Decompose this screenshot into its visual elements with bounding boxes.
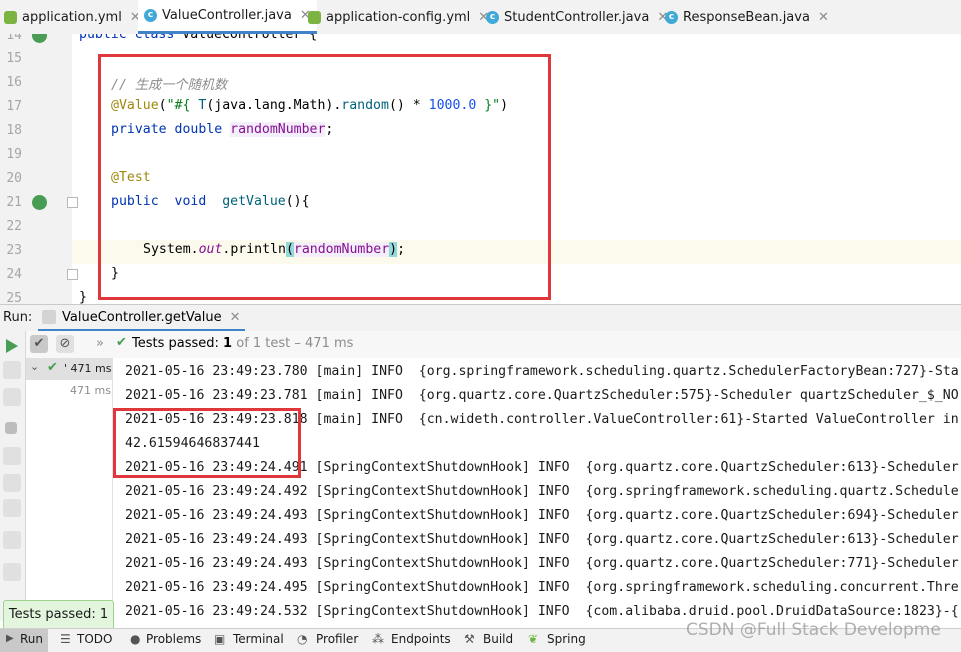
console-line: 2021-05-16 23:49:23.781 [main] INFO {org… (125, 388, 959, 403)
tests-passed-toast[interactable]: Tests passed: 1 (3, 600, 114, 630)
line-number: 23 (6, 243, 22, 258)
settings-icon[interactable] (3, 474, 21, 492)
line-number: 24 (6, 267, 22, 282)
editor-tab-bar: application.yml ✕ c ValueController.java… (0, 0, 961, 35)
expand-icon[interactable]: » (96, 336, 104, 351)
stop-icon[interactable] (5, 422, 17, 434)
tab-label: ResponseBean.java (683, 9, 810, 25)
line-number: 14 (6, 34, 22, 43)
console-line: 2021-05-16 23:49:24.492 [SpringContextSh… (125, 484, 959, 499)
pin-icon[interactable] (3, 563, 21, 581)
exit-icon[interactable] (3, 499, 21, 517)
tab-label: application.yml (22, 9, 122, 25)
highlight-box (98, 54, 551, 300)
show-passed-icon[interactable]: ✔ (30, 335, 48, 353)
tool-run[interactable]: ▶ Run (0, 629, 48, 652)
tab-label: application-config.yml (326, 9, 471, 25)
endpoints-icon: ⁂ (372, 632, 384, 646)
run-label: Run: (3, 310, 33, 325)
console-output[interactable]: 2021-05-16 23:49:23.780 [main] INFO {org… (113, 358, 961, 621)
toggle-auto-test-icon[interactable] (3, 388, 21, 406)
line-number: 22 (6, 219, 22, 234)
yml-file-icon (4, 10, 17, 24)
run-config-tab[interactable]: ValueController.getValue ✕ (38, 305, 245, 332)
line-number: 21 (6, 195, 22, 210)
show-ignored-icon[interactable]: ⊘ (56, 335, 74, 353)
console-line: 2021-05-16 23:49:24.532 [SpringContextSh… (125, 604, 959, 619)
line-number: 17 (6, 99, 22, 114)
test-results-toolbar: ✔ ⊘ » ✔ Tests passed: 1 of 1 test – 471 … (26, 331, 961, 359)
close-icon[interactable]: ✕ (230, 310, 241, 325)
layout-icon[interactable] (3, 531, 21, 549)
tab-label: StudentController.java (504, 9, 650, 25)
tab-application-yml[interactable]: application.yml ✕ (4, 0, 141, 34)
close-icon[interactable]: ✕ (818, 10, 829, 25)
code-editor[interactable]: 14 15 16 17 18 19 20 21 22 23 24 25 publ… (0, 34, 961, 304)
problems-icon: ● (130, 632, 141, 646)
test-tree: ⌄ ✔ ' 471 ms 471 ms (26, 358, 113, 621)
console-line: 2021-05-16 23:49:24.493 [SpringContextSh… (125, 556, 959, 571)
list-icon: ☰ (60, 632, 71, 646)
chevron-down-icon[interactable]: ⌄ (30, 360, 39, 373)
line-number: 15 (6, 51, 22, 66)
run-tool-window-header: Run: ValueController.getValue ✕ (0, 304, 961, 333)
tab-value-controller[interactable]: c ValueController.java ✕ (138, 0, 317, 34)
line-number: 18 (6, 123, 22, 138)
test-status: Tests passed: 1 of 1 test – 471 ms (132, 336, 354, 351)
code-line-25: } (79, 290, 87, 304)
hammer-icon: ⚒ (464, 632, 475, 646)
tab-label: ValueController.java (162, 8, 292, 23)
watermark: CSDN @Full Stack Developme (686, 620, 941, 640)
console-line: 2021-05-16 23:49:24.493 [SpringContextSh… (125, 508, 959, 523)
run-icon: ▶ (6, 633, 14, 644)
console-line: 2021-05-16 23:49:23.780 [main] INFO {org… (125, 364, 959, 379)
class-file-icon: c (486, 10, 499, 24)
class-file-icon: c (144, 9, 157, 22)
test-time[interactable]: 471 ms (70, 384, 111, 397)
run-config-name: ValueController.getValue (62, 309, 222, 325)
rerun-failed-icon[interactable] (3, 361, 21, 379)
class-file-icon: c (665, 10, 678, 24)
run-side-toolbar (0, 331, 26, 621)
test-tree-root-row[interactable]: ⌄ ✔ ' 471 ms (26, 358, 112, 380)
console-line: 2021-05-16 23:49:24.493 [SpringContextSh… (125, 532, 959, 547)
check-icon: ✔ (47, 360, 58, 375)
tab-response-bean[interactable]: c ResponseBean.java ✕ (665, 0, 829, 34)
line-number: 19 (6, 147, 22, 162)
fold-marker-icon[interactable] (67, 269, 78, 280)
code-line-14: public class ValueController { (79, 34, 318, 42)
profiler-icon: ◔ (297, 632, 308, 646)
yml-file-icon (308, 10, 321, 24)
spring-leaf-icon: ❦ (528, 632, 539, 646)
tab-student-controller[interactable]: c StudentController.java ✕ (486, 0, 668, 34)
console-line: 2021-05-16 23:49:24.495 [SpringContextSh… (125, 580, 959, 595)
run-test-gutter-icon[interactable] (32, 195, 47, 210)
test-time: ' 471 ms (64, 362, 112, 375)
line-number: 16 (6, 75, 22, 90)
highlight-box (113, 408, 301, 478)
line-number: 25 (6, 291, 22, 304)
camera-icon[interactable] (3, 447, 21, 465)
fold-marker-icon[interactable] (67, 197, 78, 208)
check-icon: ✔ (116, 335, 127, 350)
rerun-icon[interactable] (6, 339, 18, 353)
line-number: 20 (6, 171, 22, 186)
test-config-icon (42, 310, 56, 324)
tab-application-config-yml[interactable]: application-config.yml ✕ (308, 0, 489, 34)
terminal-icon: ▣ (214, 632, 226, 646)
